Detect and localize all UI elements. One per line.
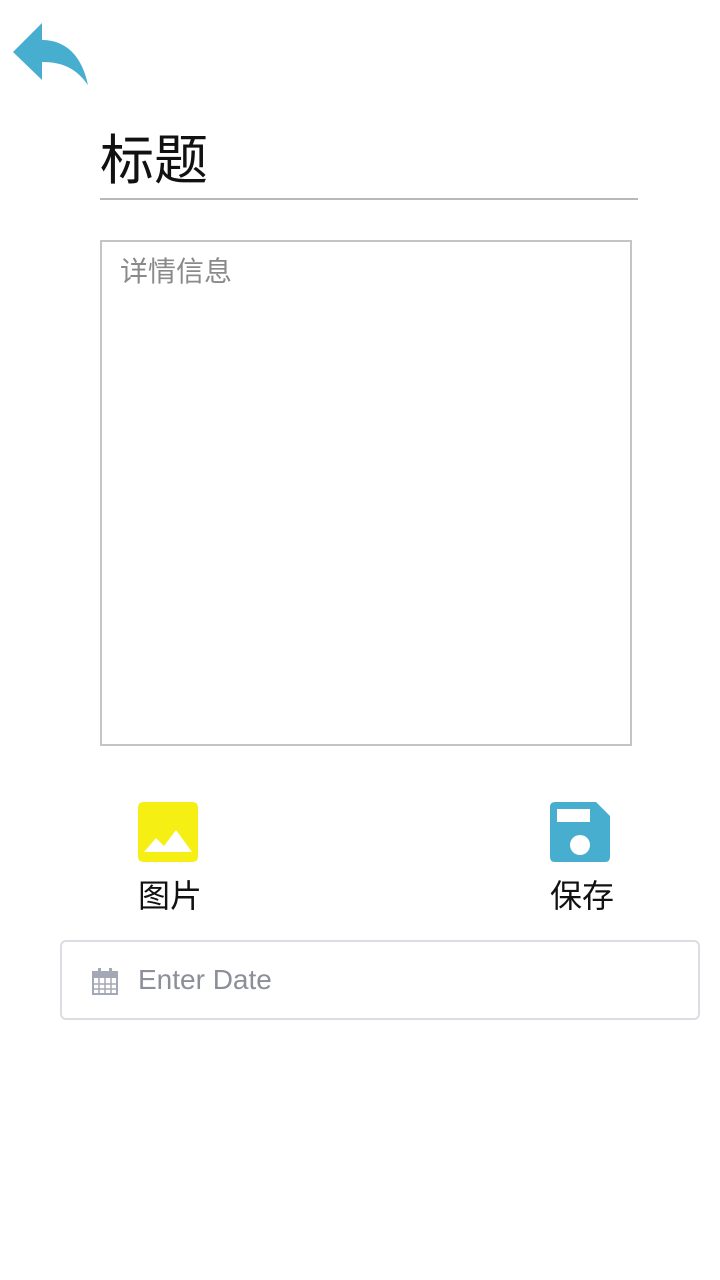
date-input[interactable]: Enter Date bbox=[60, 940, 700, 1020]
save-button[interactable]: 保存 bbox=[522, 800, 642, 920]
date-placeholder: Enter Date bbox=[138, 964, 272, 995]
title-field[interactable]: 标题 bbox=[100, 120, 638, 200]
image-icon bbox=[138, 802, 198, 862]
note-editor-screen: 标题 详情信息 图片 保存 Enter Date bbox=[0, 0, 720, 1280]
back-button[interactable] bbox=[10, 20, 90, 88]
undo-arrow-icon bbox=[13, 23, 88, 85]
detail-placeholder: 详情信息 bbox=[120, 255, 233, 288]
floppy-disk-icon bbox=[550, 802, 610, 862]
add-image-label: 图片 bbox=[137, 877, 202, 915]
save-label: 保存 bbox=[549, 877, 614, 915]
add-image-button[interactable]: 图片 bbox=[110, 800, 230, 920]
title-input[interactable]: 标题 bbox=[100, 126, 638, 196]
calendar-icon bbox=[90, 967, 120, 997]
detail-textarea[interactable]: 详情信息 bbox=[100, 240, 632, 746]
